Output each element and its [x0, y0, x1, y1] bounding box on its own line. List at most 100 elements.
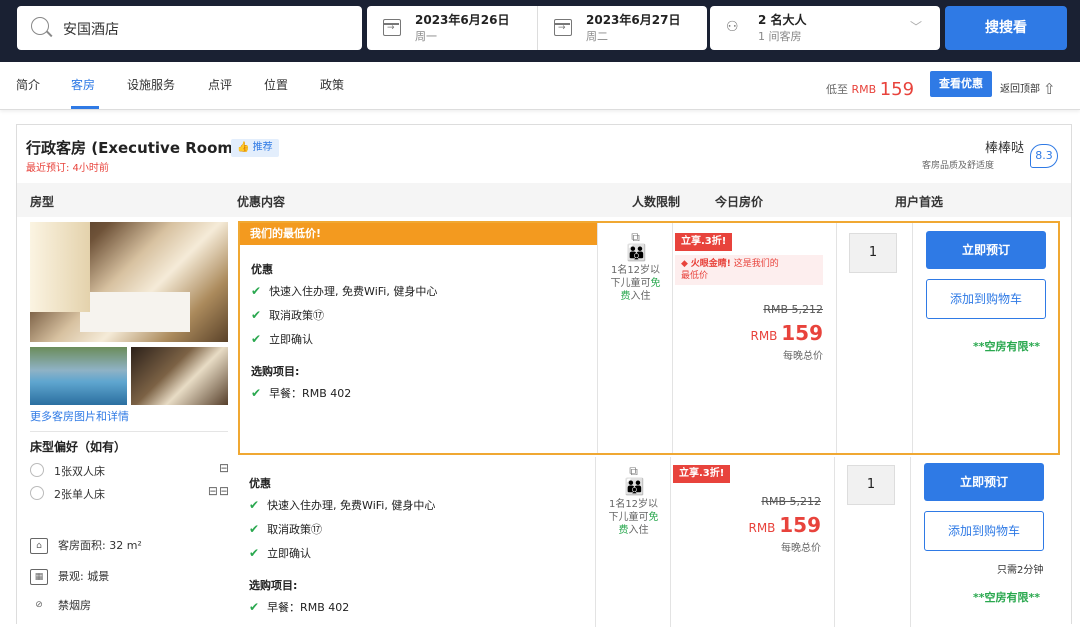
twin-bed-icon: ⊟⊟ — [207, 484, 230, 498]
room-photo-main[interactable] — [30, 222, 228, 342]
occupancy-cell: ⧉ 👪 1名12岁以 下儿童可免 费入住 — [597, 223, 672, 453]
occupancy-line: 下儿童可 — [608, 512, 649, 523]
room-name: 行政客房 (Executive Room) — [26, 139, 240, 157]
add-to-cart-button[interactable]: 添加到购物车 — [926, 279, 1046, 319]
per-night-label: 每晚总价 — [781, 543, 821, 554]
checkin-day-text: 周一 — [415, 30, 437, 43]
perk-text: 快速入住办理, 免费WiFi, 健身中心 — [267, 499, 436, 512]
occupancy-free: 费 — [618, 525, 629, 536]
window-icon: ▦ — [30, 569, 48, 585]
tab-facilities[interactable]: 设施服务 — [127, 76, 175, 93]
tab-intro[interactable]: 简介 — [16, 76, 40, 93]
add-to-cart-button[interactable]: 添加到购物车 — [924, 511, 1044, 551]
extras-title: 选购项目: — [251, 365, 300, 378]
bed-option-label: 2张单人床 — [54, 488, 105, 501]
extra-text: 早餐：RMB 402 — [267, 601, 350, 614]
lowest-price-note: ◆ 火眼金睛! 这是我们的 最低价 — [675, 255, 823, 285]
calendar-checkout-icon — [554, 19, 572, 36]
check-icon: ✔ — [251, 308, 262, 322]
offer-row-1: 我们的最低价! 优惠 ✔ 快速入住办理, 免费WiFi, 健身中心 ✔ 取消政策⑰ … — [238, 221, 1060, 455]
check-icon: ✔ — [249, 522, 260, 536]
calendar-checkin-icon — [383, 19, 401, 36]
perk-item[interactable]: ✔ 取消政策⑰ — [249, 521, 322, 537]
quantity-select[interactable]: 1 — [847, 465, 895, 505]
discount-badge: 立享.3折! — [673, 465, 731, 483]
perk-text: 立即确认 — [269, 333, 314, 346]
perks-title: 优惠 — [251, 263, 273, 276]
book-now-button[interactable]: 立即预订 — [926, 231, 1046, 269]
check-icon: ✔ — [251, 284, 262, 298]
room-photo-pool[interactable] — [30, 347, 127, 405]
price-cell: 立享.3折! ◆ 火眼金睛! 这是我们的 最低价 RMB 5,212 RMB 15… — [672, 223, 836, 453]
perk-item[interactable]: ✔ 取消政策⑰ — [251, 307, 324, 323]
adults-text: 2 名大人 — [758, 13, 807, 27]
perk-text: 快速入住办理, 免费WiFi, 健身中心 — [269, 285, 438, 298]
occupancy-line: 1名12岁以 — [608, 499, 659, 510]
extra-item: ✔ 早餐：RMB 402 — [251, 385, 351, 401]
occupancy-line: 下儿童可 — [610, 278, 651, 289]
original-price: RMB 5,212 — [763, 303, 823, 316]
recent-booking: 最近预订: 4小时前 — [26, 163, 109, 174]
search-icon — [31, 17, 49, 35]
tab-location[interactable]: 位置 — [264, 76, 288, 93]
current-price: RMB 159 — [701, 513, 821, 537]
tab-policy[interactable]: 政策 — [320, 76, 344, 93]
occupancy-line: 1名12岁以 — [610, 265, 661, 276]
per-night-label: 每晚总价 — [783, 351, 823, 362]
tab-reviews[interactable]: 点评 — [208, 76, 232, 93]
book-now-button[interactable]: 立即预订 — [924, 463, 1044, 501]
radio-button[interactable] — [30, 463, 44, 477]
checkin-date-text: 2023年6月26日 — [415, 13, 510, 27]
recommend-label: 推荐 — [252, 142, 273, 153]
bed-option-label: 1张双人床 — [54, 465, 105, 478]
back-to-top-link[interactable]: 返回顶部 ⇧ — [1000, 78, 1056, 98]
check-icon: ✔ — [249, 546, 260, 560]
rooms-text: 1 间客房 — [758, 30, 802, 43]
checkin-date[interactable]: 2023年6月26日 周一 — [367, 6, 537, 50]
people-icon: 👪 — [624, 477, 645, 496]
guest-selector[interactable]: ⚇ 2 名大人 1 间客房 ﹀ — [710, 6, 940, 50]
room-view: ▦ 景观: 城景 — [30, 568, 109, 585]
perk-text: 取消政策⑰ — [267, 523, 323, 536]
price-value: 159 — [779, 513, 821, 537]
divider — [30, 431, 228, 432]
occupancy-free: 免 — [648, 512, 659, 523]
tab-rooms[interactable]: 客房 — [71, 76, 95, 93]
double-bed-icon: ⊟ — [218, 461, 230, 475]
occupancy-cell: ⧉ 👪 1名12岁以 下儿童可免 费入住 — [595, 457, 670, 627]
rating-score: 8.3 — [1030, 144, 1058, 168]
lowest-price-banner: 我们的最低价! — [240, 223, 597, 245]
search-input[interactable]: 安国酒店 — [17, 6, 362, 50]
people-icon: 👪 — [626, 243, 647, 262]
quantity-select[interactable]: 1 — [849, 233, 897, 273]
back-top-label: 返回顶部 — [1000, 84, 1040, 95]
checkout-day-text: 周二 — [586, 30, 608, 43]
occupancy-info: ⧉ 👪 1名12岁以 下儿童可免 费入住 — [596, 465, 671, 537]
perk-text: 取消政策⑰ — [269, 309, 325, 322]
non-smoking-text: 禁烟房 — [58, 599, 91, 612]
action-cell: 立即预订 添加到购物车 只需2分钟 **空房有限** — [910, 457, 1058, 627]
extras-title: 选购项目: — [249, 579, 298, 592]
occupancy-free: 免 — [650, 278, 661, 289]
lowest-price: 低至 RMB 159 — [826, 77, 915, 100]
rating-subtitle: 客房品质及舒适度 — [922, 161, 995, 171]
limited-availability: **空房有限** — [973, 591, 1041, 604]
offer-row-2: 优惠 ✔ 快速入住办理, 免费WiFi, 健身中心 ✔ 取消政策⑰ ✔ 立即确认 选购… — [238, 457, 1060, 627]
date-picker[interactable]: 2023年6月26日 周一 2023年6月27日 周二 — [367, 6, 707, 50]
view-deal-button[interactable]: 查看优惠 — [930, 71, 992, 97]
perk-item: ✔ 快速入住办理, 免费WiFi, 健身中心 — [249, 497, 435, 513]
room-photo-bedroom[interactable] — [131, 347, 228, 405]
header-room-type: 房型 — [30, 195, 55, 209]
room-size: ⌂ 客房面积: 32 m² — [30, 537, 142, 554]
checkout-date[interactable]: 2023年6月27日 周二 — [537, 6, 707, 50]
occupancy-line: 入住 — [628, 525, 649, 536]
radio-button[interactable] — [30, 486, 44, 500]
room-view-text: 景观: 城景 — [58, 570, 110, 583]
more-photos-link[interactable]: 更多客房图片和详情 — [30, 408, 129, 424]
search-button[interactable]: 搜搜看 — [945, 6, 1067, 50]
fire-text: 这是我们的 — [733, 259, 779, 269]
lowest-price-value: 159 — [879, 79, 915, 100]
recommend-badge[interactable]: 👍 推荐 — [231, 139, 279, 157]
discount-badge: 立享.3折! — [675, 233, 733, 251]
active-tab-indicator — [71, 106, 99, 109]
